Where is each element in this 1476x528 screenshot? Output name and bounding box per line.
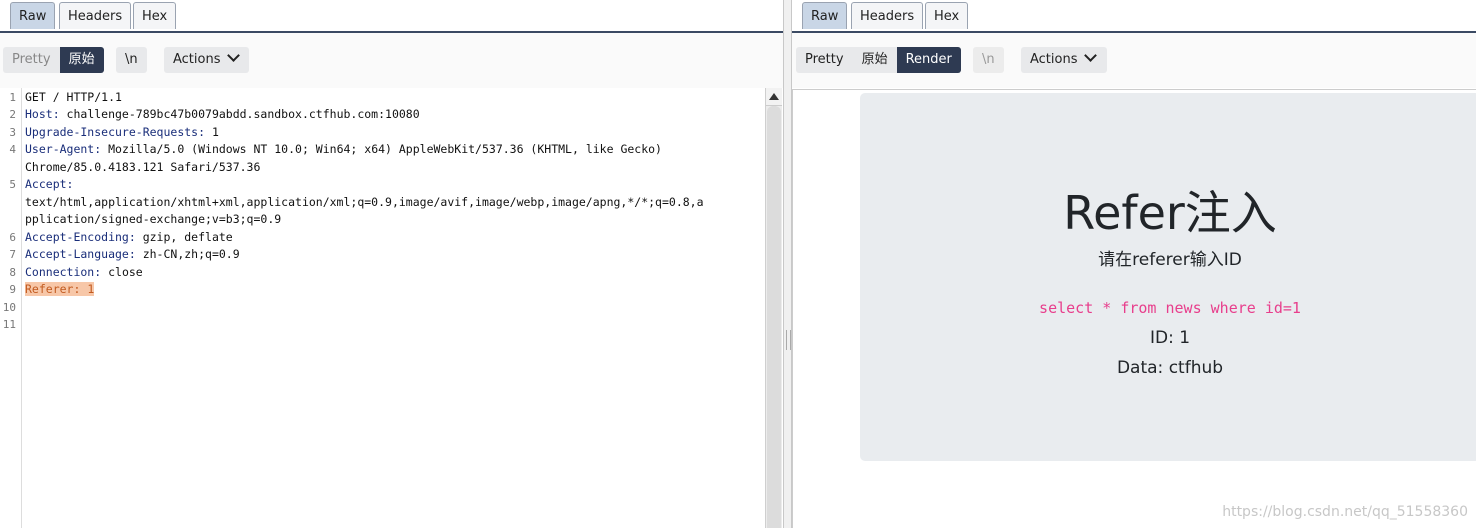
line-number: 9 — [9, 283, 16, 296]
line-number: 4 — [9, 143, 16, 156]
actions-label: Actions — [173, 52, 221, 67]
tab-hex[interactable]: Hex — [925, 2, 969, 29]
response-tabbar: Raw Headers Hex — [792, 0, 1476, 33]
tab-raw[interactable]: Raw — [10, 2, 56, 29]
view-pretty-button[interactable]: Pretty — [796, 47, 853, 73]
editor-vertical-scrollbar[interactable] — [765, 88, 782, 528]
view-mode-toggle: Pretty 原始 — [3, 47, 104, 73]
rendered-sql-query: select * from news where id=1 — [1039, 299, 1301, 317]
view-raw-button[interactable]: 原始 — [853, 47, 897, 73]
rendered-title: Refer注入 — [1063, 186, 1277, 240]
actions-button[interactable]: Actions — [164, 47, 249, 73]
line-number: 11 — [2, 318, 16, 331]
header-line-connection: Connection: close — [25, 265, 143, 279]
header-line-upgrade: Upgrade-Insecure-Requests: 1 — [25, 125, 219, 139]
header-line-accept-cont: pplication/signed-exchange;v=b3;q=0.9 — [25, 212, 282, 226]
tab-headers[interactable]: Headers — [59, 2, 132, 29]
actions-label: Actions — [1030, 52, 1078, 67]
scrollbar-thumb[interactable] — [767, 106, 781, 528]
header-line-host: Host: challenge-789bc47b0079abdd.sandbox… — [25, 107, 420, 121]
request-tabbar: Raw Headers Hex — [0, 0, 783, 33]
header-line-accept-cont: text/html,application/xhtml+xml,applicat… — [25, 195, 704, 209]
view-raw-button[interactable]: 原始 — [59, 47, 104, 73]
line-number: 3 — [9, 126, 16, 139]
request-line: GET / HTTP/1.1 — [25, 90, 122, 104]
line-number: 6 — [9, 231, 16, 244]
view-mode-toggle: Pretty 原始 Render — [796, 47, 961, 73]
rendered-data-line: Data: ctfhub — [1116, 358, 1224, 378]
line-number: 8 — [9, 266, 16, 279]
pane-splitter[interactable] — [783, 0, 792, 528]
chevron-down-icon — [226, 49, 240, 62]
line-number: 5 — [9, 178, 16, 191]
request-pane: Raw Headers Hex Pretty 原始 \n Actions 1 2… — [0, 0, 783, 528]
rendered-subtitle: 请在referer输入ID — [1098, 250, 1242, 270]
response-toolbar: Pretty 原始 Render \n Actions — [792, 33, 1476, 88]
render-viewport: Refer注入 请在referer输入ID select * from news… — [792, 89, 1476, 528]
newline-toggle-button[interactable]: \n — [116, 47, 147, 73]
chevron-down-icon — [1083, 49, 1097, 62]
header-line-user-agent: User-Agent: Mozilla/5.0 (Windows NT 10.0… — [25, 142, 662, 156]
splitter-grip-icon[interactable] — [786, 330, 791, 350]
rendered-id-line: ID: 1 — [1149, 328, 1191, 348]
line-number-gutter: 1 2 3 4 5 6 7 8 9 10 11 — [0, 88, 22, 528]
actions-button[interactable]: Actions — [1021, 47, 1107, 73]
line-number: 1 — [9, 91, 16, 104]
tab-headers[interactable]: Headers — [851, 2, 924, 29]
line-number: 7 — [9, 248, 16, 261]
header-line-accept: Accept: — [25, 177, 74, 191]
tab-hex[interactable]: Hex — [133, 2, 177, 29]
tab-raw[interactable]: Raw — [802, 2, 848, 29]
rendered-jumbotron: Refer注入 请在referer输入ID select * from news… — [860, 93, 1476, 461]
view-render-button[interactable]: Render — [896, 47, 961, 73]
request-editor[interactable]: 1 2 3 4 5 6 7 8 9 10 11 GET / HTTP/1.1 H… — [0, 88, 765, 528]
scroll-up-arrow-icon[interactable] — [766, 88, 782, 106]
line-number: 10 — [2, 301, 16, 314]
referer-highlight: Referer: 1 — [25, 282, 95, 296]
header-line-accept-language: Accept-Language: zh-CN,zh;q=0.9 — [25, 247, 240, 261]
header-line-accept-encoding: Accept-Encoding: gzip, deflate — [25, 230, 233, 244]
header-line-user-agent-cont: Chrome/85.0.4183.121 Safari/537.36 — [25, 160, 261, 174]
line-number: 2 — [9, 108, 16, 121]
request-toolbar: Pretty 原始 \n Actions — [0, 33, 783, 88]
response-pane: Raw Headers Hex Pretty 原始 Render \n Acti… — [792, 0, 1476, 528]
view-pretty-button[interactable]: Pretty — [3, 47, 60, 73]
newline-toggle-button[interactable]: \n — [973, 47, 1004, 73]
watermark: https://blog.csdn.net/qq_51558360 — [1222, 504, 1468, 520]
header-line-referer: Referer: 1 — [25, 282, 95, 296]
